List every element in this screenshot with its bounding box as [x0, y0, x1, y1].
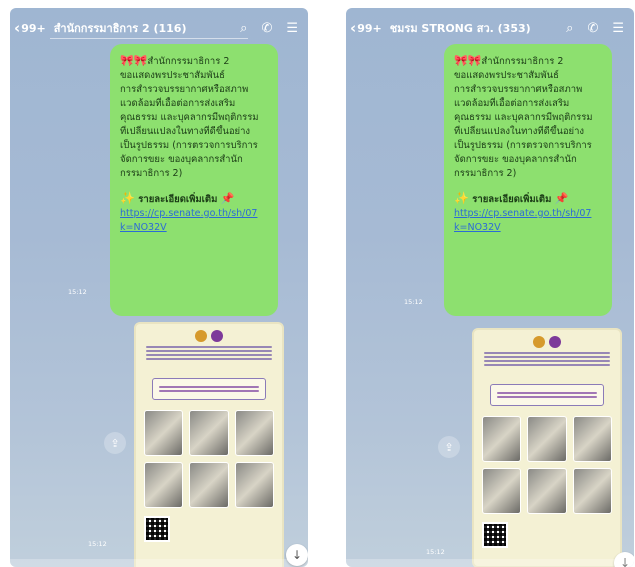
unread-count: 99+ [357, 21, 382, 35]
message-line: สำนักกรรมาธิการ 2 [147, 56, 230, 67]
sparkle-icon: ✨ [120, 191, 135, 205]
share-icon[interactable]: ⇪ [438, 436, 460, 458]
poster-photo [234, 462, 274, 508]
poster-photo [527, 416, 567, 462]
message-link[interactable]: https://cp.senate.go.th/sh/07 [454, 207, 602, 221]
phone-icon[interactable]: ✆ [261, 21, 272, 36]
message-line: ที่เปลี่ยนแปลงในทางที่ดีขึ้นอย่าง [120, 126, 251, 137]
poster-photo [234, 410, 274, 456]
sparkle-icon: ✨ [454, 191, 469, 205]
message-line: กรรมาธิการ 2) [120, 168, 183, 179]
message-line: ขอแสดงพรประชาสัมพันธ์ [120, 70, 225, 81]
title-underline [50, 38, 248, 39]
message-line: ขอแสดงพรประชาสัมพันธ์ [454, 70, 559, 81]
message-line: สำนักกรรมาธิการ 2 [481, 56, 564, 67]
message-line: ที่เปลี่ยนแปลงในทางที่ดีขึ้นอย่าง [454, 126, 585, 137]
chat-screen-left: ‹ 99+ สำนักกรรมาธิการ 2 (116) ⌕ ✆ ☰ 🎀🎀สำ… [10, 8, 308, 567]
message-line: การสำรวจบรรยากาศหรือสภาพ [454, 84, 583, 95]
chat-header: ‹ 99+ สำนักกรรมาธิการ 2 (116) ⌕ ✆ ☰ [10, 8, 308, 48]
senate-logo-icon [195, 330, 207, 342]
message-link[interactable]: k=NO32V [454, 221, 602, 235]
search-icon[interactable]: ⌕ [240, 21, 247, 36]
qr-code [482, 522, 508, 548]
message-line: การสำรวจบรรยากาศหรือสภาพ [120, 84, 249, 95]
message-line: คุณธรรม และบุคลากรมีพฤติกรรม [120, 112, 259, 123]
input-bar-edge [10, 559, 308, 567]
poster-photo [144, 462, 184, 508]
message-bubble[interactable]: 🎀🎀สำนักกรรมาธิการ 2 ขอแสดงพรประชาสัมพันธ… [110, 44, 278, 316]
message-link[interactable]: https://cp.senate.go.th/sh/07 [120, 207, 268, 221]
moon-logo-icon [549, 336, 561, 348]
input-bar-edge [346, 559, 634, 567]
back-button[interactable]: ‹ 99+ [14, 19, 46, 37]
message-link[interactable]: k=NO32V [120, 221, 268, 235]
message-line: แวดล้อมที่เอื้อต่อการส่งเสริม [454, 98, 570, 109]
search-icon[interactable]: ⌕ [566, 21, 573, 36]
chat-title: สำนักกรรมาธิการ 2 (116) [53, 22, 187, 35]
detail-label: รายละเอียดเพิ่มเติม [472, 194, 552, 205]
senate-logo-icon [533, 336, 545, 348]
chat-screen-right: ‹ 99+ ชมรม STRONG สว. (353) ⌕ ✆ ☰ 🎀🎀สำนั… [346, 8, 634, 567]
ribbon-icon: 🎀🎀 [454, 54, 482, 67]
poster-photo [572, 468, 612, 514]
message-timestamp: 15:12 [404, 298, 423, 306]
message-line: เป็นรูปธรรม (การตรวจการบริการ [454, 140, 592, 151]
detail-label: รายละเอียดเพิ่มเติม [138, 194, 218, 205]
poster-photo [482, 468, 522, 514]
ribbon-icon: 🎀🎀 [120, 54, 148, 67]
message-bubble[interactable]: 🎀🎀สำนักกรรมาธิการ 2 ขอแสดงพรประชาสัมพันธ… [444, 44, 612, 316]
qr-code [144, 516, 170, 542]
chat-title: ชมรม STRONG สว. (353) [389, 22, 531, 35]
message-line: กรรมาธิการ 2) [454, 168, 517, 179]
pin-icon: 📌 [554, 192, 569, 205]
chat-header: ‹ 99+ ชมรม STRONG สว. (353) ⌕ ✆ ☰ [346, 8, 634, 48]
menu-icon[interactable]: ☰ [612, 21, 624, 36]
moon-logo-icon [211, 330, 223, 342]
share-icon[interactable]: ⇪ [104, 432, 126, 454]
poster-photo [572, 416, 612, 462]
message-line: จัดการขยะ ของบุคลากรสำนัก [120, 154, 243, 165]
poster-timestamp: 15:12 [426, 548, 445, 556]
menu-icon[interactable]: ☰ [286, 21, 298, 36]
pin-icon: 📌 [220, 192, 235, 205]
phone-icon[interactable]: ✆ [587, 21, 598, 36]
message-timestamp: 15:12 [68, 288, 87, 296]
message-line: เป็นรูปธรรม (การตรวจการบริการ [120, 140, 258, 151]
poster-timestamp: 15:12 [88, 540, 107, 548]
poster-photo [482, 416, 522, 462]
message-line: จัดการขยะ ของบุคลากรสำนัก [454, 154, 577, 165]
chevron-left-icon: ‹ [14, 19, 21, 37]
back-button[interactable]: ‹ 99+ [350, 19, 382, 37]
poster-image[interactable] [472, 328, 622, 567]
message-line: แวดล้อมที่เอื้อต่อการส่งเสริม [120, 98, 236, 109]
message-line: คุณธรรม และบุคลากรมีพฤติกรรม [454, 112, 593, 123]
chevron-left-icon: ‹ [350, 19, 357, 37]
poster-photo [144, 410, 184, 456]
poster-photo [527, 468, 567, 514]
poster-image[interactable] [134, 322, 284, 567]
unread-count: 99+ [21, 21, 46, 35]
poster-photo [189, 462, 229, 508]
poster-photo [189, 410, 229, 456]
